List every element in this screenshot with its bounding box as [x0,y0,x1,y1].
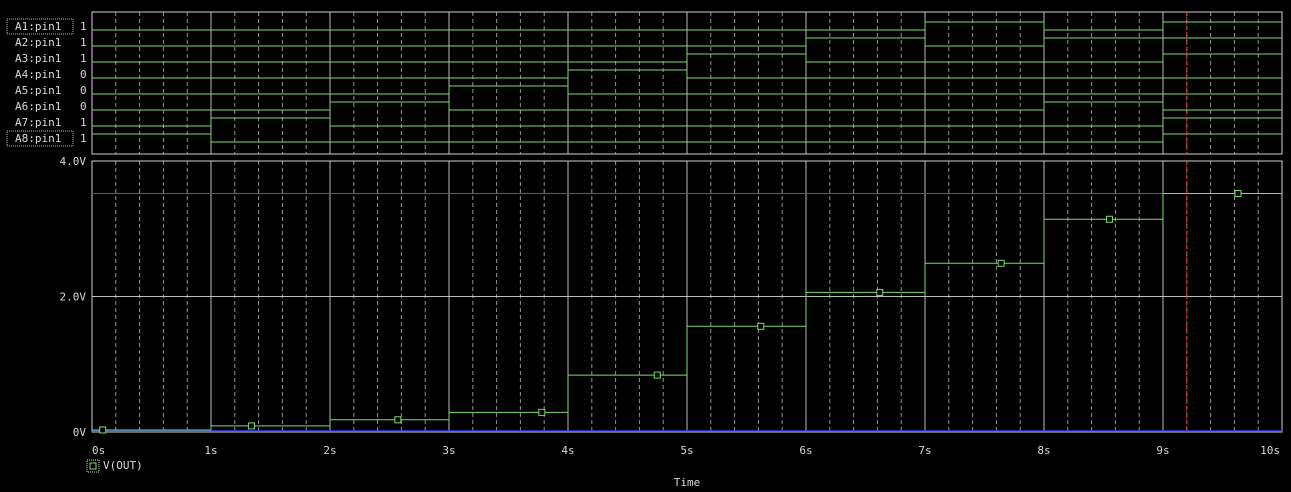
v-out-point [876,288,884,296]
digital-signal-value: 1 [80,36,87,49]
legend[interactable]: V(OUT) [86,459,143,473]
legend-series-name[interactable]: V(OUT) [103,459,143,472]
digital-signal-value: 1 [80,20,87,33]
digital-waveform [92,69,1282,79]
x-tick-label: 3s [442,444,455,457]
digital-signal-name[interactable]: A7:pin1 [15,116,61,129]
v-out-point [757,322,765,330]
y-tick-label: 4.0V [60,155,87,168]
v-out-point [99,426,107,434]
digital-signal-value: 0 [80,84,87,97]
digital-signal-row: A8:pin1 1 [6,130,1282,147]
v-out-legend-square [89,462,97,470]
digital-signal-name[interactable]: A4:pin1 [15,68,61,81]
digital-signals-panel: A1:pin1 1 A2:pin1 1 A3:pin1 1 A4:pin1 0 A5:pin1 0… [6,11,1283,155]
v-out-point [247,422,255,430]
digital-signal-value: 0 [80,68,87,81]
v-out-point [1105,215,1113,223]
digital-signal-name[interactable]: A2:pin1 [15,36,61,49]
x-tick-label: 6s [799,444,812,457]
x-tick-label: 7s [918,444,931,457]
y-tick-label: 0V [73,426,87,439]
digital-signal-value: 0 [80,100,87,113]
x-tick-label: 1s [204,444,217,457]
digital-waveform [92,53,1282,63]
v-out-point [1234,190,1242,198]
digital-signal-value: 1 [80,116,87,129]
x-tick-label: 8s [1037,444,1050,457]
y-tick-label: 2.0V [60,291,87,304]
digital-signal-name[interactable]: A8:pin1 [15,132,61,145]
v-out-point [653,371,661,379]
v-out-point [394,416,402,424]
v-out-point [997,259,1005,267]
digital-signal-name[interactable]: A6:pin1 [15,100,61,113]
x-tick-label: 2s [323,444,336,457]
x-tick-label: 5s [680,444,693,457]
digital-signal-value: 1 [80,132,87,145]
x-tick-label: 0s [92,444,105,457]
x-tick-label: 4s [561,444,574,457]
digital-signal-name[interactable]: A3:pin1 [15,52,61,65]
digital-signal-value: 1 [80,52,87,65]
x-axis-label: Time [674,476,701,489]
digital-signal-name[interactable]: A1:pin1 [15,20,61,33]
waveform-viewer: A1:pin1 1 A2:pin1 1 A3:pin1 1 A4:pin1 0 A5:pin1 0… [6,11,1283,489]
x-tick-label: 9s [1156,444,1169,457]
digital-signal-name[interactable]: A5:pin1 [15,84,61,97]
digital-signal-row: A1:pin1 1 [6,18,1282,35]
x-tick-label: 10s [1260,444,1280,457]
analog-plot-panel: 0V 2.0V 4.0V 0s 1s 2s 3s 4s 5s 6s 7s 8s 9s 10s [60,155,1283,457]
v-out-legend-marker-icon[interactable] [86,459,100,473]
v-out-point [538,408,546,416]
